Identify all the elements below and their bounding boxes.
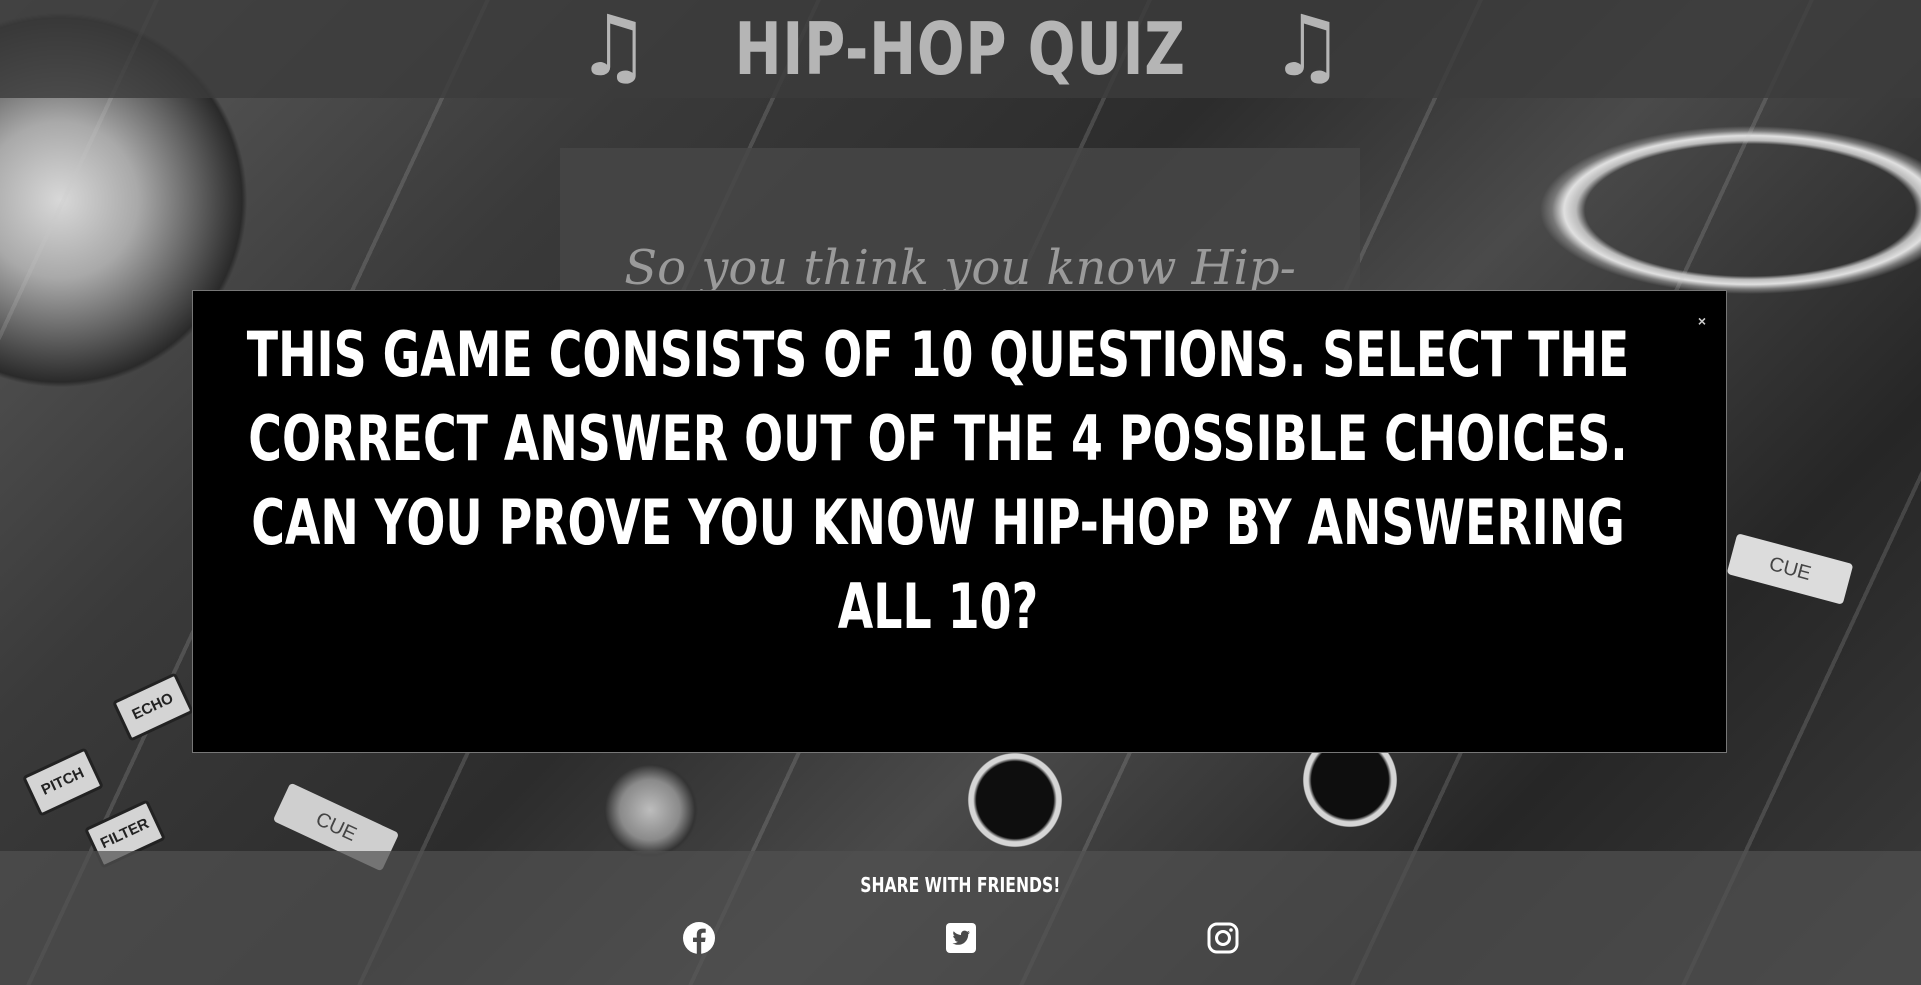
twitter-link[interactable] [944,921,978,955]
facebook-link[interactable] [682,921,716,955]
share-label-text: SHARE WITH FRIENDS! [860,873,1061,897]
music-note-icon: ♫ [1269,0,1346,95]
close-icon[interactable]: × [1698,313,1706,329]
share-label: SHARE WITH FRIENDS! [0,873,1921,897]
twitter-icon [946,923,976,953]
site-footer: SHARE WITH FRIENDS! [0,851,1921,985]
facebook-icon [683,922,715,954]
intro-text: So you think you know Hip- [624,240,1296,296]
instagram-icon [1207,922,1239,954]
quiz-page: CUE CUE ECHO PITCH FILTER ♫ HIP-HOP QUIZ… [0,0,1921,985]
modal-instructions: THIS GAME CONSISTS OF 10 QUESTIONS. SELE… [246,318,1630,643]
instructions-modal: × THIS GAME CONSISTS OF 10 QUESTIONS. SE… [192,290,1727,753]
instagram-link[interactable] [1206,921,1240,955]
music-note-icon: ♫ [575,0,652,95]
site-header: ♫ HIP-HOP QUIZ ♫ [0,0,1921,98]
page-title: HIP-HOP QUIZ [734,7,1187,91]
